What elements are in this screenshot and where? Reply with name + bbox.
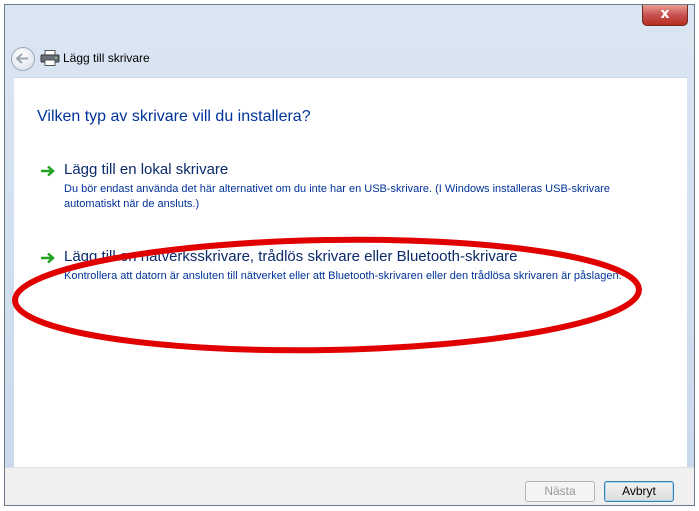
close-icon: x xyxy=(660,6,670,22)
option-description: Kontrollera att datorn är ansluten till … xyxy=(64,270,622,282)
wizard-content: Vilken typ av skrivare vill du installer… xyxy=(14,77,687,468)
title-bar[interactable]: x xyxy=(5,5,694,39)
option-local-printer[interactable]: Lägg till en lokal skrivare Du bör endas… xyxy=(41,161,664,212)
option-network-printer[interactable]: Lägg till en nätverksskrivare, trådlös s… xyxy=(41,248,664,284)
cancel-button[interactable]: Avbryt xyxy=(604,481,674,502)
printer-icon xyxy=(40,50,60,66)
green-arrow-icon xyxy=(41,252,55,264)
close-button[interactable]: x xyxy=(642,5,688,26)
option-title: Lägg till en nätverksskrivare, trådlös s… xyxy=(64,248,518,265)
green-arrow-icon xyxy=(41,165,55,177)
option-description: Du bör endast använda det här alternativ… xyxy=(64,183,610,210)
back-arrow-icon xyxy=(16,53,28,64)
option-title: Lägg till en lokal skrivare xyxy=(64,161,229,178)
window-title: Lägg till skrivare xyxy=(63,51,150,65)
page-heading: Vilken typ av skrivare vill du installer… xyxy=(37,108,311,125)
wizard-footer: Nästa Avbryt xyxy=(5,467,694,505)
back-button[interactable] xyxy=(11,47,35,71)
next-button[interactable]: Nästa xyxy=(525,481,595,502)
add-printer-window: x Lägg till skrivare Vilken typ av skriv… xyxy=(4,4,695,506)
